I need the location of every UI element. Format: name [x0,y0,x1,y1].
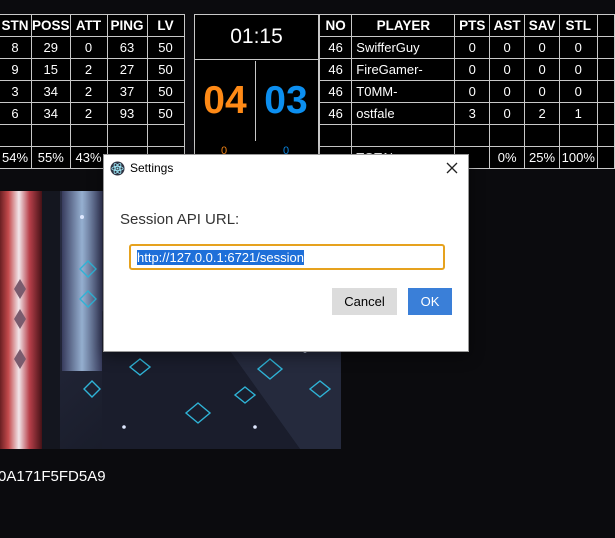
left-table-header: STN POSS ATT PING LV [0,14,185,37]
dialog-title: Settings [130,161,174,175]
header-pts: PTS [454,14,491,37]
table-row: 46 FireGamer- 0 0 0 0 [318,58,615,81]
table-cell: 0 [559,80,598,103]
table-cell: 46 [318,80,353,103]
header-ping: PING [106,14,148,37]
session-url-label: Session API URL: [120,211,240,228]
table-cell: 34 [31,80,71,103]
ok-button[interactable]: OK [408,288,452,315]
settings-dialog: Settings Session API URL: Cancel OK [103,154,469,352]
header-no: NO [318,14,353,37]
table-cell: 37 [106,80,148,103]
header-ast: AST [489,14,526,37]
table-cell: 9 [0,58,32,81]
player-name: FireGamer- [351,58,456,81]
dialog-titlebar[interactable]: Settings [104,155,468,183]
table-cell: 8 [0,36,32,59]
close-button[interactable] [442,158,462,178]
table-cell: 63 [106,36,148,59]
cancel-button[interactable]: Cancel [332,288,397,315]
table-cell: 0 [559,58,598,81]
table-cell: 0 [524,58,561,81]
table-cell: 2 [524,102,561,125]
right-table-header: NO PLAYER PTS AST SAV STL [318,14,615,37]
table-cell: 0 [559,36,598,59]
table-cell: 29 [31,36,71,59]
table-cell: 50 [146,58,185,81]
table-cell: 27 [106,58,148,81]
table-cell: 0 [489,58,526,81]
table-cell: 46 [318,102,353,125]
table-cell: 0 [489,102,526,125]
table-cell: 34 [31,102,71,125]
total-cell: 43% [69,146,108,169]
total-cell: 100% [559,146,598,169]
table-cell: 1 [559,102,598,125]
table-row-empty [318,124,615,147]
player-name: SwifferGuy [351,36,456,59]
right-stats-table: NO PLAYER PTS AST SAV STL 46 SwifferGuy … [318,14,615,169]
close-icon [446,162,458,174]
session-id-text: 0A171F5FD5A9 [0,468,106,485]
header-player: PLAYER [351,14,456,37]
electron-icon [110,161,125,176]
table-cell: 3 [0,80,32,103]
table-cell: 0 [524,80,561,103]
total-cell: 55% [31,146,71,169]
header-poss: POSS [31,14,71,37]
table-row: 8 29 0 63 50 [0,36,185,59]
table-cell: 50 [146,36,185,59]
table-cell: 15 [31,58,71,81]
table-cell: 0 [454,58,491,81]
header-sav: SAV [524,14,561,37]
table-cell: 2 [69,58,108,81]
header-stl: STL [559,14,598,37]
orange-team-score: 04 [195,61,256,141]
table-cell: 93 [106,102,148,125]
table-row: 9 15 2 27 50 [0,58,185,81]
table-row-empty [0,124,185,147]
table-row: 46 T0MM- 0 0 0 0 [318,80,615,103]
table-cell: 0 [454,36,491,59]
game-clock: 01:15 [195,15,318,60]
table-cell: 6 [0,102,32,125]
scoreboard: 01:15 04 03 0 0 [194,14,319,157]
table-cell: 50 [146,80,185,103]
header-att: ATT [69,14,108,37]
header-lv: LV [146,14,185,37]
table-cell: 2 [69,102,108,125]
blue-team-score: 03 [264,79,308,122]
table-row: 3 34 2 37 50 [0,80,185,103]
total-cell: 25% [524,146,561,169]
table-cell: 0 [454,80,491,103]
table-cell: 2 [69,80,108,103]
player-name: T0MM- [351,80,456,103]
table-row: 6 34 2 93 50 [0,102,185,125]
table-cell: 0 [489,36,526,59]
table-cell: 3 [454,102,491,125]
player-name: ostfale [351,102,456,125]
header-stn: STN [0,14,32,37]
table-cell: 46 [318,36,353,59]
table-cell: 0 [489,80,526,103]
total-cell: 0% [489,146,526,169]
left-stats-table: STN POSS ATT PING LV 8 29 0 63 50 9 15 2… [0,14,185,169]
table-row: 46 ostfale 3 0 2 1 [318,102,615,125]
table-cell: 0 [69,36,108,59]
session-url-input[interactable] [129,244,445,270]
table-row: 46 SwifferGuy 0 0 0 0 [318,36,615,59]
total-cell: 54% [0,146,32,169]
table-cell: 50 [146,102,185,125]
table-cell: 0 [524,36,561,59]
table-cell: 46 [318,58,353,81]
